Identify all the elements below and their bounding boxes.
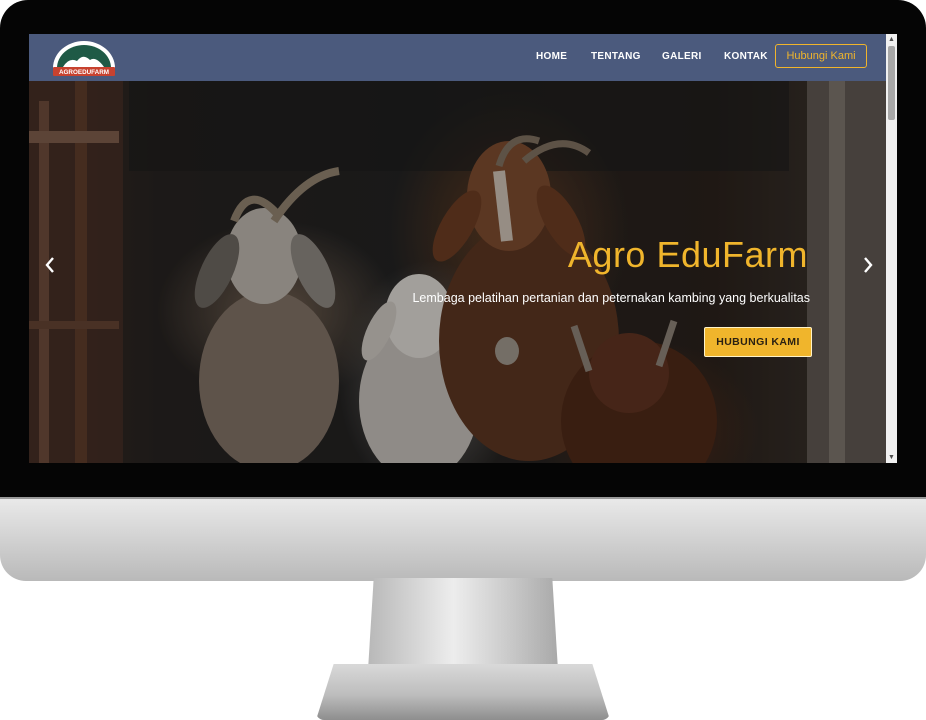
logo-text: AGROEDUFARM	[59, 69, 109, 76]
hubungi-kami-nav-button[interactable]: Hubungi Kami	[775, 44, 867, 68]
monitor-stand-base	[316, 664, 610, 720]
chevron-right-icon	[864, 257, 873, 273]
agroedufarm-logo[interactable]: AGROEDUFARM	[49, 38, 119, 78]
nav-galeri[interactable]: GALERI	[662, 51, 702, 62]
hero-title: Agro EduFarm	[567, 234, 808, 275]
carousel-next-button[interactable]	[859, 253, 877, 283]
hero-subtitle: Lembaga pelatihan pertanian dan peternak…	[412, 291, 810, 305]
hubungi-kami-hero-button[interactable]: HUBUNGI KAMI	[704, 327, 812, 357]
navbar: AGROEDUFARM HOME TENTANG GALERI KONTAK H…	[29, 34, 886, 81]
monitor-chin	[0, 497, 926, 581]
monitor-stand-neck	[368, 578, 558, 670]
nav-tentang[interactable]: TENTANG	[591, 51, 641, 62]
carousel-prev-button[interactable]	[41, 253, 59, 283]
scroll-down-icon[interactable]: ▼	[886, 452, 897, 463]
nav-kontak[interactable]: KONTAK	[724, 51, 768, 62]
nav-home[interactable]: HOME	[536, 51, 567, 62]
browser-viewport: AGROEDUFARM HOME TENTANG GALERI KONTAK H…	[29, 34, 897, 463]
page-scrollbar[interactable]: ▲ ▼	[886, 34, 897, 463]
scroll-up-icon[interactable]: ▲	[886, 34, 897, 45]
scroll-thumb[interactable]	[888, 46, 895, 120]
hero-carousel: Agro EduFarm Lembaga pelatihan pertanian…	[29, 81, 886, 463]
chevron-left-icon	[45, 257, 54, 273]
